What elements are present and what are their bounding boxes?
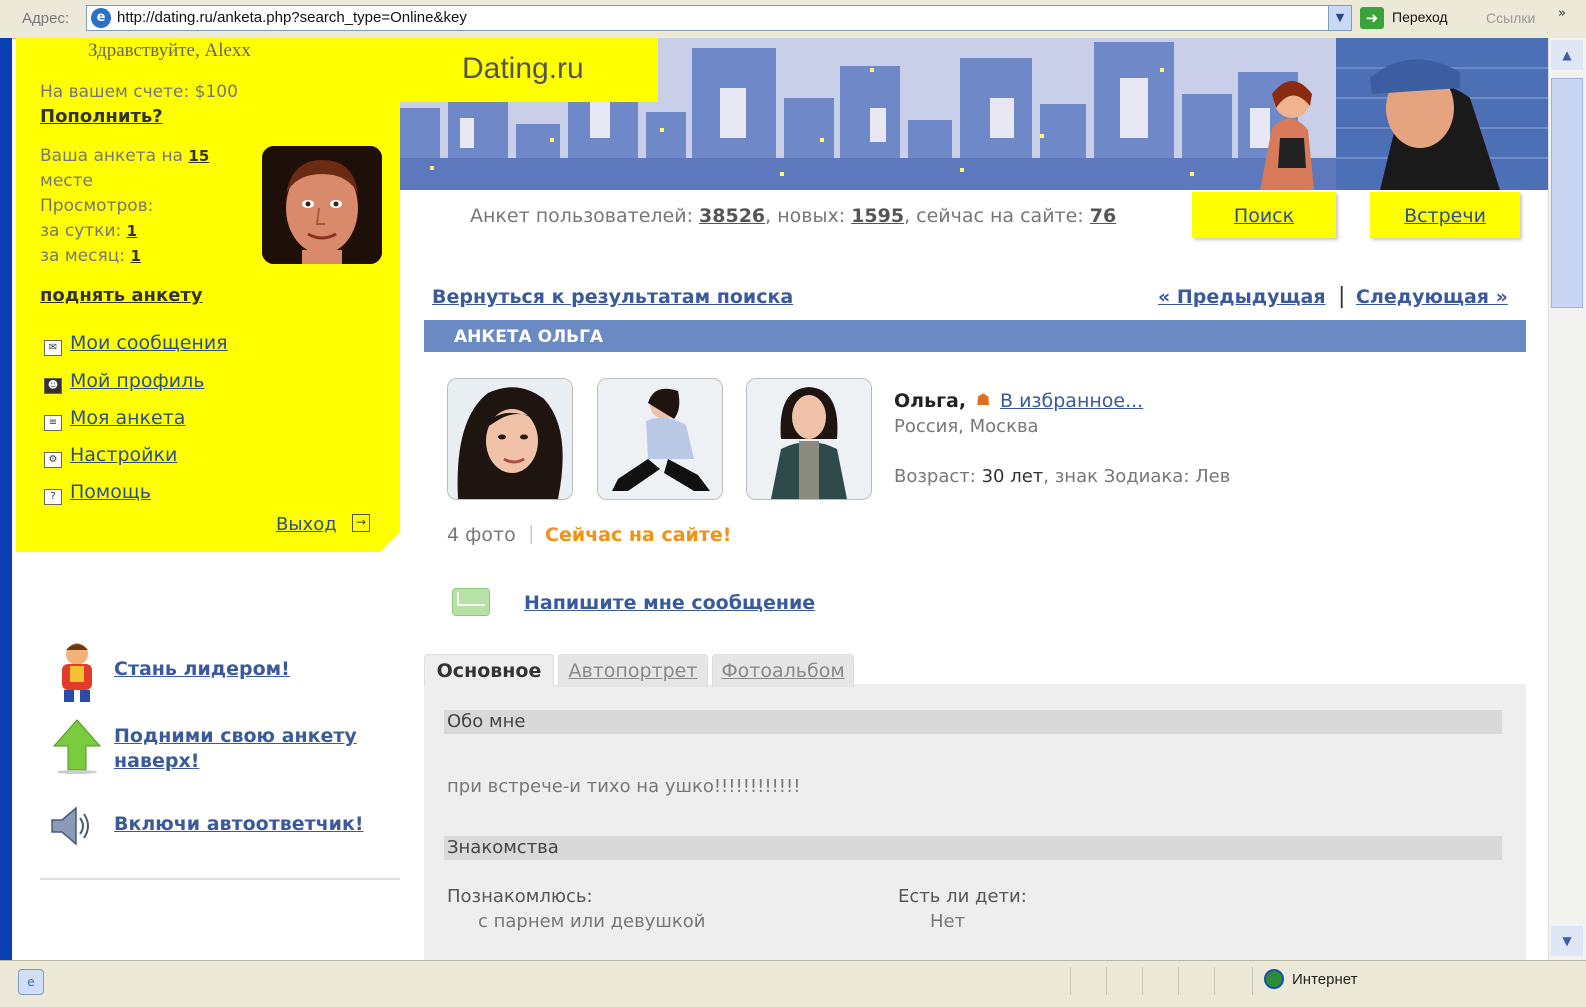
window-frame xyxy=(0,38,12,960)
views-month-value[interactable]: 1 xyxy=(130,247,140,265)
section-header-about: Обо мне xyxy=(444,710,1502,734)
profile-title-bar: АНКЕТА ОЛЬГА xyxy=(424,320,1526,352)
stat-online[interactable]: 76 xyxy=(1090,205,1116,227)
meetings-button[interactable]: Встречи xyxy=(1370,192,1520,238)
profile-zodiac: Лев xyxy=(1195,466,1231,487)
go-label: Переход xyxy=(1392,9,1448,25)
rank-text: Ваша анкета на 15 xyxy=(40,146,210,166)
links-more[interactable]: » xyxy=(1558,6,1566,21)
address-bar: Адрес: e http://dating.ru/anketa.php?sea… xyxy=(0,0,1586,39)
add-favorite-link[interactable]: В избранное... xyxy=(1000,390,1143,412)
site-logo[interactable]: Dating.ru xyxy=(400,38,658,102)
topup-link[interactable]: Пополнить? xyxy=(40,106,163,127)
profile-age-line: Возраст: 30 лет, знак Зодиака: Лев xyxy=(894,466,1231,487)
rank-value[interactable]: 15 xyxy=(188,147,209,165)
settings-icon: ⚙ xyxy=(44,452,62,468)
prev-link[interactable]: « Предыдущая xyxy=(1158,286,1326,308)
form-icon: ≡ xyxy=(44,415,62,431)
meetings-button-label: Встречи xyxy=(1404,205,1486,227)
greeting: Здравствуйте, Alexx xyxy=(88,40,251,61)
become-leader-link[interactable]: Стань лидером! xyxy=(114,658,290,680)
panel-corner xyxy=(379,531,401,553)
seeking-label: Познакомлюсь: xyxy=(447,886,593,907)
favorite-icon[interactable]: ☗ xyxy=(976,390,990,409)
address-label: Адрес: xyxy=(22,10,70,27)
scroll-up-icon[interactable]: ▲ xyxy=(1551,40,1583,70)
seeking-value: с парнем или девушкой xyxy=(478,911,706,932)
tab-photo-album[interactable]: Фотоальбом xyxy=(712,654,854,687)
profile-location: Россия, Москва xyxy=(894,416,1039,437)
chevron-down-icon[interactable]: ▼ xyxy=(1328,6,1351,30)
tab-self-portrait[interactable]: Автопортрет xyxy=(558,654,708,687)
raise-profile-link[interactable]: поднять анкету xyxy=(40,285,203,306)
children-value: Нет xyxy=(930,911,966,932)
next-link[interactable]: Следующая » xyxy=(1356,286,1508,308)
envelope-icon[interactable] xyxy=(452,588,490,616)
nav-separator: | xyxy=(1338,284,1346,309)
sidebar-item-messages[interactable]: ✉ Мои сообщения xyxy=(44,332,228,356)
panel-edge xyxy=(384,38,400,138)
section-header-dating: Знакомства xyxy=(444,836,1502,860)
children-label: Есть ли дети: xyxy=(898,886,1027,907)
ie-page-icon: e xyxy=(91,8,111,28)
help-icon: ? xyxy=(44,489,62,505)
sidebar-item-form[interactable]: ≡ Моя анкета xyxy=(44,407,185,431)
sidebar-item-profile[interactable]: ☻ Мой профиль xyxy=(44,370,204,394)
profile-age: 30 лет xyxy=(981,466,1044,487)
url-input[interactable]: e http://dating.ru/anketa.php?search_typ… xyxy=(86,5,1352,31)
photo-count: 4 фото xyxy=(447,524,516,546)
ie-page-icon: e xyxy=(18,969,44,995)
views-label: Просмотров: xyxy=(40,196,154,216)
leader-icon xyxy=(52,640,102,706)
profile-photo[interactable] xyxy=(447,378,573,500)
url-text: http://dating.ru/anketa.php?search_type=… xyxy=(117,9,467,26)
scroll-thumb[interactable] xyxy=(1551,78,1583,308)
search-button[interactable]: Поиск xyxy=(1192,192,1336,238)
speaker-icon xyxy=(46,802,94,850)
avatar[interactable] xyxy=(262,146,382,264)
profile-icon: ☻ xyxy=(44,378,62,394)
views-day: за сутки: 1 xyxy=(40,221,138,241)
logout-link[interactable]: Выход xyxy=(276,514,337,535)
vertical-scrollbar[interactable]: ▲ ▼ xyxy=(1548,38,1586,960)
search-button-label: Поиск xyxy=(1233,205,1295,227)
profile-title: АНКЕТА ОЛЬГА xyxy=(454,327,604,347)
profile-photo[interactable] xyxy=(597,378,723,500)
arrow-right-icon: ➜ xyxy=(1360,7,1384,29)
raise-profile-promo[interactable]: Подними свою анкету наверх! xyxy=(114,724,384,774)
site-stats: Анкет пользователей: 38526, новых: 1595,… xyxy=(470,205,1117,227)
scroll-down-icon[interactable]: ▼ xyxy=(1551,926,1583,956)
logout-icon[interactable]: → xyxy=(352,514,370,532)
links-button[interactable]: Ссылки xyxy=(1486,10,1535,26)
sidebar-item-settings[interactable]: ⚙ Настройки xyxy=(44,444,177,468)
arrow-up-icon xyxy=(52,718,102,774)
tab-main[interactable]: Основное xyxy=(424,654,554,687)
stat-new[interactable]: 1595 xyxy=(851,205,904,227)
sidebar-item-help[interactable]: ? Помощь xyxy=(44,481,151,505)
views-day-value[interactable]: 1 xyxy=(127,222,137,240)
status-zone: Интернет xyxy=(1292,971,1358,988)
logo-text: Dating.ru xyxy=(462,52,584,85)
divider xyxy=(40,878,400,880)
autoresponder-link[interactable]: Включи автоответчик! xyxy=(114,813,364,835)
separator: | xyxy=(528,522,535,544)
about-text: при встрече-и тихо на ушко!!!!!!!!!!!! xyxy=(447,776,801,797)
go-button[interactable]: ➜ Переход xyxy=(1360,5,1478,31)
online-status: Сейчас на сайте! xyxy=(545,524,732,546)
back-to-results-link[interactable]: Вернуться к результатам поиска xyxy=(432,286,793,308)
stat-total[interactable]: 38526 xyxy=(699,205,765,227)
globe-icon xyxy=(1264,969,1284,989)
profile-photo[interactable] xyxy=(746,378,872,500)
balance-text: На вашем счете: $100 xyxy=(40,82,238,102)
profile-name: Ольга, xyxy=(894,390,967,412)
views-month: за месяц: 1 xyxy=(40,246,141,266)
rank-suffix: месте xyxy=(40,171,93,191)
write-message-link[interactable]: Напишите мне сообщение xyxy=(524,592,815,614)
status-bar: e Интернет xyxy=(0,960,1586,1007)
mail-icon: ✉ xyxy=(44,340,62,356)
